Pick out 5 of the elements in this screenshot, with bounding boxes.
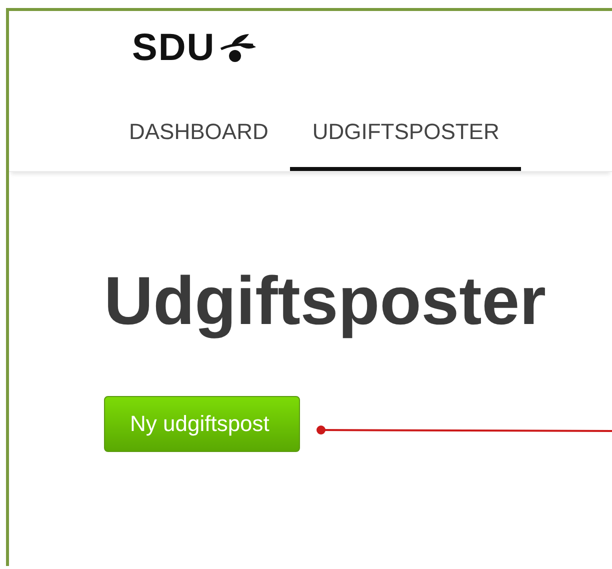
nav-tab[interactable]: DASHBOARD <box>107 109 290 171</box>
nav-tab[interactable]: UDGIFTSPOSTER <box>290 109 522 171</box>
logo-text: SDU <box>132 26 216 70</box>
apple-branch-icon <box>219 33 258 63</box>
page-heading: Udgiftsposter <box>104 262 547 340</box>
